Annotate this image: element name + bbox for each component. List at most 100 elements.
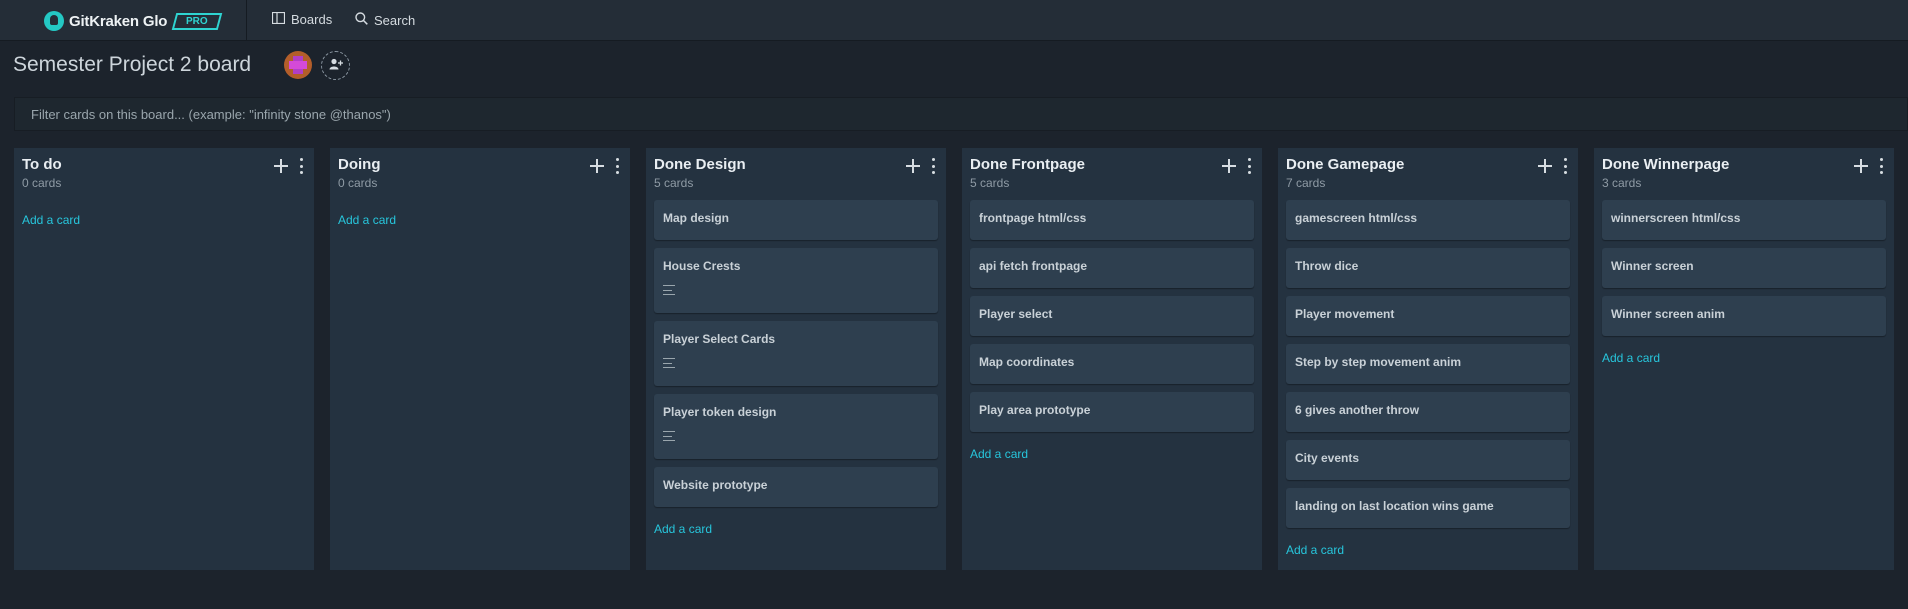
card-title: House Crests	[663, 259, 741, 273]
card-list: winnerscreen html/css Winner screen Winner…	[1602, 200, 1886, 344]
column-card-count: 0 cards	[338, 176, 378, 190]
card-title: Step by step movement anim	[1295, 355, 1462, 369]
column-menu-icon[interactable]	[1562, 158, 1568, 174]
add-card-link[interactable]: Add a card	[654, 515, 938, 541]
pro-badge: PRO	[171, 12, 223, 30]
card-title: frontpage html/css	[979, 211, 1087, 225]
card-list: gamescreen html/css Throw dice Player move…	[1286, 200, 1570, 536]
column-menu-icon[interactable]	[930, 158, 936, 174]
column-title[interactable]: Done Gamepage	[1286, 156, 1570, 174]
column-menu-icon[interactable]	[614, 158, 620, 174]
card-title: Player movement	[1295, 307, 1395, 321]
card[interactable]: Play area prototype	[970, 392, 1254, 432]
add-card-link[interactable]: Add a card	[338, 206, 622, 232]
card[interactable]: City events	[1286, 440, 1570, 480]
card-title: gamescreen html/css	[1295, 211, 1418, 225]
add-card-plus-icon[interactable]	[1220, 157, 1238, 175]
column-menu-icon[interactable]	[1246, 158, 1252, 174]
add-card-plus-icon[interactable]	[904, 157, 922, 175]
column-card-count: 5 cards	[970, 176, 1010, 190]
board-title[interactable]: Semester Project 2 board	[13, 53, 251, 77]
column-title[interactable]: Done Frontpage	[970, 156, 1254, 174]
card-title: Winner screen anim	[1611, 307, 1725, 321]
app-logo[interactable]: GitKraken Glo PRO	[44, 11, 223, 31]
card-title: landing on last location wins game	[1295, 499, 1494, 513]
column-header: Done Frontpage 5 cards	[970, 156, 1254, 200]
filter-placeholder: Filter cards on this board... (example: …	[31, 106, 391, 122]
column-actions	[588, 157, 620, 175]
board-column: Doing 0 cards Add a card	[330, 148, 630, 570]
card[interactable]: Winner screen	[1602, 248, 1886, 288]
card[interactable]: Player Select Cards	[654, 321, 938, 386]
column-actions	[272, 157, 304, 175]
card[interactable]: Throw dice	[1286, 248, 1570, 288]
card[interactable]: 6 gives another throw	[1286, 392, 1570, 432]
card[interactable]: winnerscreen html/css	[1602, 200, 1886, 240]
boards-icon	[271, 11, 286, 27]
card[interactable]: Player token design	[654, 394, 938, 459]
add-card-plus-icon[interactable]	[588, 157, 606, 175]
card[interactable]: gamescreen html/css	[1286, 200, 1570, 240]
column-actions	[1220, 157, 1252, 175]
card-title: Map design	[663, 211, 730, 225]
topbar-divider	[246, 0, 247, 41]
card-title: winnerscreen html/css	[1611, 211, 1741, 225]
nav-boards-label: Boards	[291, 12, 333, 27]
gitkraken-logo-icon	[44, 11, 64, 31]
card-title: Winner screen	[1611, 259, 1694, 273]
column-menu-icon[interactable]	[1878, 158, 1884, 174]
pro-badge-label: PRO	[186, 15, 208, 27]
column-header: Doing 0 cards	[338, 156, 622, 200]
add-member-button[interactable]	[321, 51, 350, 80]
card[interactable]: Player movement	[1286, 296, 1570, 336]
filter-cards-input[interactable]: Filter cards on this board... (example: …	[14, 97, 1908, 131]
card-title: Player token design	[663, 405, 777, 419]
add-card-link[interactable]: Add a card	[970, 440, 1254, 466]
add-card-link[interactable]: Add a card	[1286, 536, 1570, 562]
column-actions	[904, 157, 936, 175]
member-avatar[interactable]	[284, 51, 312, 79]
column-card-count: 3 cards	[1602, 176, 1642, 190]
card[interactable]: House Crests	[654, 248, 938, 313]
add-card-plus-icon[interactable]	[1852, 157, 1870, 175]
board-column: Done Gamepage 7 cards gamescreen html/css T…	[1278, 148, 1578, 570]
card-title: Player select	[979, 307, 1053, 321]
add-user-icon	[329, 58, 343, 73]
card[interactable]: Winner screen anim	[1602, 296, 1886, 336]
card-title: Website prototype	[663, 478, 768, 492]
card[interactable]: landing on last location wins game	[1286, 488, 1570, 528]
card-title: Throw dice	[1295, 259, 1359, 273]
board-column: Done Winnerpage 3 cards winnerscreen html/…	[1594, 148, 1894, 570]
top-bar: GitKraken Glo PRO Boards Search	[0, 0, 1908, 41]
nav-search-button[interactable]: Search	[355, 12, 415, 28]
board-column: Done Design 5 cards Map design House Crests…	[646, 148, 946, 570]
nav-boards-button[interactable]: Boards	[271, 11, 333, 27]
card-title: Player Select Cards	[663, 332, 776, 346]
card-title: Map coordinates	[979, 355, 1075, 369]
column-header: Done Gamepage 7 cards	[1286, 156, 1570, 200]
column-header: Done Design 5 cards	[654, 156, 938, 200]
card[interactable]: Map coordinates	[970, 344, 1254, 384]
card[interactable]: Player select	[970, 296, 1254, 336]
column-actions	[1852, 157, 1884, 175]
add-card-plus-icon[interactable]	[1536, 157, 1554, 175]
card-title: Play area prototype	[979, 403, 1091, 417]
description-icon	[663, 358, 676, 368]
card[interactable]: Step by step movement anim	[1286, 344, 1570, 384]
add-card-link[interactable]: Add a card	[1602, 344, 1886, 370]
card[interactable]: api fetch frontpage	[970, 248, 1254, 288]
column-menu-icon[interactable]	[298, 158, 304, 174]
add-card-link[interactable]: Add a card	[22, 206, 306, 232]
column-card-count: 5 cards	[654, 176, 694, 190]
column-title[interactable]: Doing	[338, 156, 622, 174]
column-title[interactable]: Done Winnerpage	[1602, 156, 1886, 174]
column-title[interactable]: To do	[22, 156, 306, 174]
board-columns: To do 0 cards Add a card Doing 0 cards Add a …	[14, 148, 1908, 570]
description-icon	[663, 431, 676, 441]
add-card-plus-icon[interactable]	[272, 157, 290, 175]
card[interactable]: Website prototype	[654, 467, 938, 507]
card[interactable]: frontpage html/css	[970, 200, 1254, 240]
card-list: frontpage html/css api fetch frontpage Pla…	[970, 200, 1254, 440]
column-title[interactable]: Done Design	[654, 156, 938, 174]
card[interactable]: Map design	[654, 200, 938, 240]
